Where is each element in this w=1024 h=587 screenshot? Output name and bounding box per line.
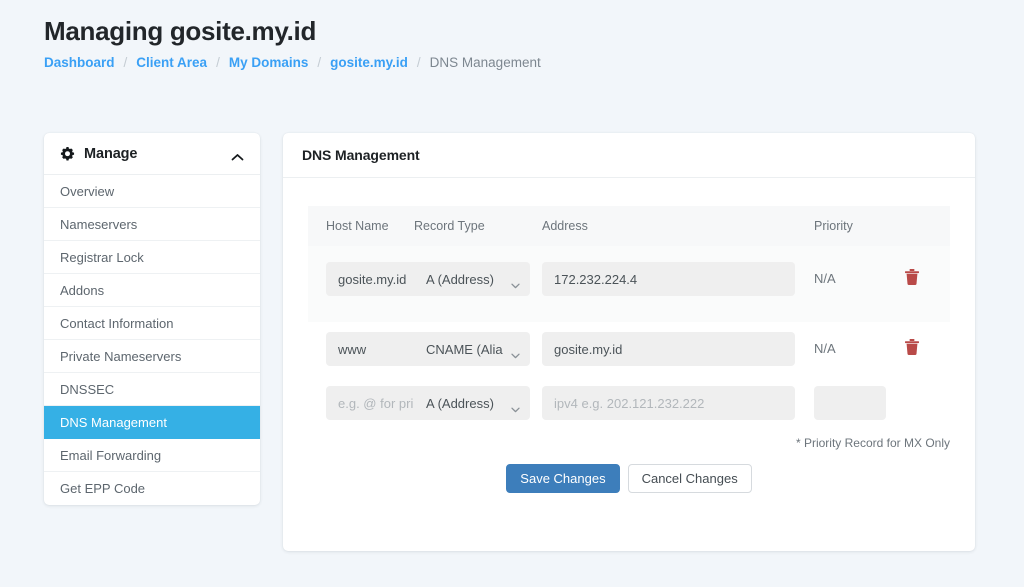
dns-management-panel: DNS Management Host Name Record Type Add… (283, 133, 975, 551)
address-input[interactable] (542, 386, 795, 420)
column-header-host-name: Host Name (308, 206, 414, 246)
dns-records-table: Host Name Record Type Address Priority g… (308, 206, 950, 430)
record-type-select[interactable]: CNAME (Alias) (414, 332, 530, 366)
breadcrumb-item-dashboard[interactable]: Dashboard (44, 55, 115, 70)
cell-record-type: A (Address) (414, 376, 542, 430)
chevron-up-icon[interactable] (231, 149, 244, 161)
breadcrumb-item-domain[interactable]: gosite.my.id (330, 55, 408, 70)
sidebar-title: Manage (84, 145, 138, 162)
priority-note: * Priority Record for MX Only (795, 436, 950, 450)
column-header-record-type: Record Type (414, 206, 542, 246)
table-header-row: Host Name Record Type Address Priority (308, 206, 950, 246)
cell-priority: N/A (814, 246, 904, 322)
sidebar-item-contact-information[interactable]: Contact Information (44, 307, 260, 340)
sidebar-item-private-nameservers[interactable]: Private Nameservers (44, 340, 260, 373)
breadcrumb-item-current: DNS Management (429, 55, 541, 70)
column-header-actions (904, 206, 950, 246)
breadcrumb-separator: / (123, 55, 128, 70)
priority-value: N/A (814, 271, 836, 286)
column-header-priority: Priority (814, 206, 904, 246)
delete-record-button[interactable] (904, 268, 920, 286)
table-row: A (Address) N/A (308, 246, 950, 322)
record-type-select-wrapper: CNAME (Alias) (414, 332, 530, 366)
panel-title: DNS Management (283, 133, 975, 178)
sidebar-item-dnssec[interactable]: DNSSEC (44, 373, 260, 406)
cell-address (542, 376, 814, 430)
cell-address (542, 246, 814, 322)
panel-body: Host Name Record Type Address Priority g… (283, 178, 975, 493)
cell-actions (904, 376, 950, 430)
host-name-input[interactable] (326, 262, 426, 296)
sidebar-item-dns-management[interactable]: DNS Management (44, 406, 260, 439)
cancel-changes-button[interactable]: Cancel Changes (627, 464, 752, 493)
cell-actions (904, 322, 950, 376)
sidebar-item-email-forwarding[interactable]: Email Forwarding (44, 439, 260, 472)
cell-address (542, 322, 814, 376)
sidebar-item-registrar-lock[interactable]: Registrar Lock (44, 241, 260, 274)
sidebar-item-addons[interactable]: Addons (44, 274, 260, 307)
table-header: Host Name Record Type Address Priority (308, 206, 950, 246)
cell-priority: N/A (814, 322, 904, 376)
sidebar-header[interactable]: Manage (44, 133, 260, 175)
sidebar-item-get-epp-code[interactable]: Get EPP Code (44, 472, 260, 505)
trash-icon (904, 338, 920, 359)
cell-priority (814, 376, 904, 430)
form-actions: Save Changes Cancel Changes (308, 464, 950, 493)
address-input[interactable] (542, 262, 795, 296)
sidebar-item-nameservers[interactable]: Nameservers (44, 208, 260, 241)
host-name-input[interactable] (326, 386, 426, 420)
cell-record-type: CNAME (Alias) (414, 322, 542, 376)
cell-host-name (308, 376, 426, 430)
column-header-address: Address (542, 206, 814, 246)
address-input[interactable] (542, 332, 795, 366)
save-changes-button[interactable]: Save Changes (506, 464, 620, 493)
priority-value: N/A (814, 341, 836, 356)
record-type-select-wrapper: A (Address) (414, 262, 530, 296)
trash-icon (904, 268, 920, 289)
sidebar-menu: Overview Nameservers Registrar Lock Addo… (44, 175, 260, 505)
sidebar-item-overview[interactable]: Overview (44, 175, 260, 208)
cell-host-name (308, 246, 426, 322)
table-body: A (Address) N/A (308, 246, 950, 430)
sidebar: Manage Overview Nameservers Registrar Lo… (44, 133, 260, 505)
table-row: CNAME (Alias) N/A (308, 322, 950, 376)
page-title: Managing gosite.my.id (44, 16, 317, 46)
record-type-select[interactable]: A (Address) (414, 386, 530, 420)
host-name-input[interactable] (326, 332, 426, 366)
breadcrumb: Dashboard / Client Area / My Domains / g… (44, 55, 541, 70)
breadcrumb-item-my-domains[interactable]: My Domains (229, 55, 309, 70)
cell-record-type: A (Address) (414, 246, 542, 322)
breadcrumb-separator: / (416, 55, 421, 70)
gear-icon (60, 146, 75, 161)
breadcrumb-item-client-area[interactable]: Client Area (136, 55, 207, 70)
breadcrumb-separator: / (216, 55, 220, 70)
record-type-select[interactable]: A (Address) (414, 262, 530, 296)
table-row: A (Address) (308, 376, 950, 430)
dns-management-page: Managing gosite.my.id Dashboard / Client… (0, 0, 1024, 587)
record-type-select-wrapper: A (Address) (414, 386, 530, 420)
priority-input[interactable] (814, 386, 886, 420)
delete-record-button[interactable] (904, 338, 920, 356)
cell-host-name (308, 322, 426, 376)
breadcrumb-separator: / (317, 55, 322, 70)
cell-actions (904, 246, 950, 322)
